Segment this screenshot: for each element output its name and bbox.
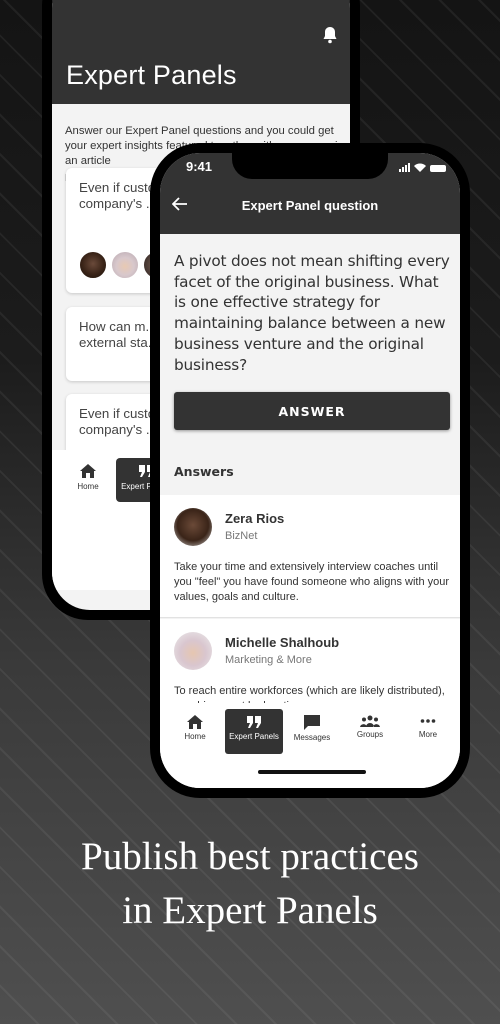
nav-groups[interactable]: Groups — [341, 709, 399, 754]
answerer-name: Zera Rios — [225, 511, 285, 526]
nav-label: Home — [77, 482, 99, 491]
nav-messages[interactable]: Messages — [283, 709, 341, 754]
caption-line-2: in Expert Panels — [122, 889, 378, 932]
wifi-icon — [414, 163, 426, 172]
nav-expert-panels[interactable]: Expert Panels — [225, 709, 283, 754]
status-icons — [399, 163, 446, 172]
groups-icon — [360, 715, 380, 727]
answers-heading: Answers — [174, 464, 234, 479]
battery-icon — [430, 165, 446, 172]
status-time: 9:41 — [186, 159, 213, 174]
answer-button[interactable]: ANSWER — [174, 392, 450, 430]
caption-line-1: Publish best practices — [81, 835, 419, 878]
nav-label: Home — [184, 732, 206, 741]
expert-panels-header: Expert Panels — [52, 0, 350, 104]
foreground-phone: 9:41 Expert Panel question A pivot does … — [150, 143, 470, 798]
avatar — [174, 508, 212, 546]
quote-icon — [247, 716, 261, 728]
nav-more[interactable]: More — [399, 709, 457, 754]
question-text: A pivot does not mean shifting every fac… — [174, 252, 450, 374]
bottom-nav: Home Expert Panels Messages Groups More — [160, 703, 460, 788]
more-icon — [420, 719, 436, 723]
nav-label: Messages — [293, 733, 331, 742]
home-icon — [80, 464, 96, 478]
screen-title: Expert Panel question — [241, 198, 379, 213]
signal-icon — [399, 163, 410, 172]
page-title: Expert Panels — [66, 60, 237, 90]
answerer-name: Michelle Shalhoub — [225, 635, 340, 650]
home-indicator — [258, 770, 366, 774]
bell-icon[interactable] — [322, 26, 338, 44]
nav-label: Groups — [356, 730, 384, 739]
nav-home[interactable]: Home — [63, 458, 113, 502]
nav-home[interactable]: Home — [166, 709, 224, 754]
avatar — [174, 632, 212, 670]
promo-caption: Publish best practices in Expert Panels — [0, 830, 500, 938]
nav-label: Expert Panels — [229, 732, 279, 741]
answerer-company: BizNet — [225, 530, 258, 542]
app-header: 9:41 Expert Panel question — [160, 153, 460, 234]
question-detail-screen: 9:41 Expert Panel question A pivot does … — [160, 153, 460, 788]
answer-item[interactable]: Zera Rios BizNet Take your time and exte… — [160, 495, 460, 618]
answer-text: Take your time and extensively interview… — [174, 561, 450, 603]
avatar — [110, 250, 140, 280]
home-icon — [187, 715, 203, 729]
nav-label: More — [418, 730, 438, 739]
phone-notch — [232, 153, 388, 179]
avatar — [78, 250, 108, 280]
message-icon — [304, 715, 320, 730]
answerer-company: Marketing & More — [225, 654, 312, 666]
